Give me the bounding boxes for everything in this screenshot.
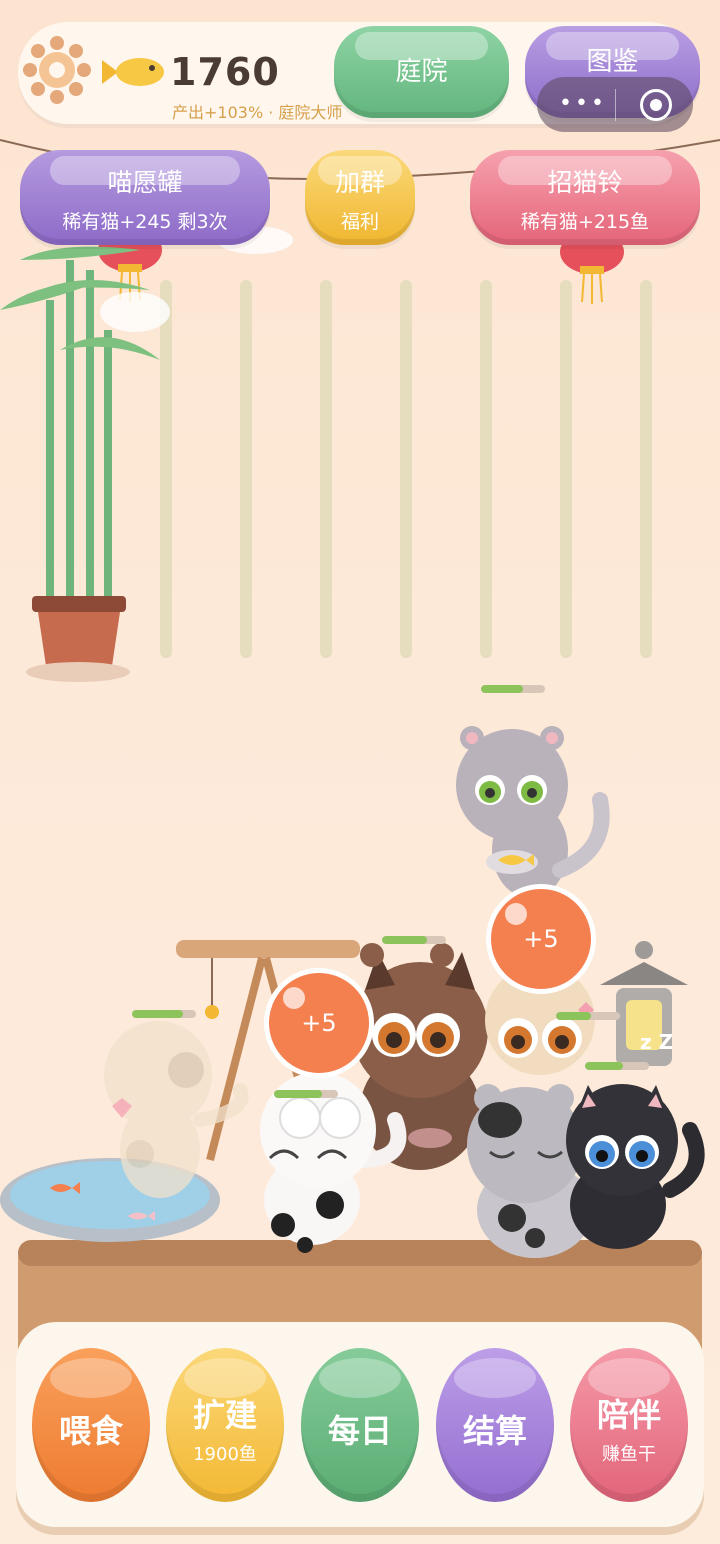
daily-button[interactable]: 每日 [301, 1348, 419, 1502]
tab-yard-label: 庭院 [395, 57, 448, 87]
production-rate-text: 产出+103% · 庭院大师 [172, 103, 343, 122]
join-group-button[interactable]: 加群 福利 [305, 150, 415, 245]
cat-hp-fill [481, 685, 523, 693]
cat-hp-bar [481, 685, 545, 693]
reward-bubble[interactable]: +5 [486, 884, 596, 994]
cat-hp-fill [382, 936, 427, 944]
feed-label: 喂食 [58, 1412, 123, 1450]
expand-label: 扩建 [192, 1396, 257, 1434]
cat-gray-sitting [456, 726, 610, 898]
fish-count: 1760 [170, 50, 280, 94]
daily-label: 每日 [327, 1412, 392, 1450]
cat-bell-title: 招猫铃 [547, 168, 623, 197]
expand-button[interactable]: 扩建 1900鱼 [166, 1348, 284, 1502]
cat-hp-bar [585, 1062, 649, 1070]
cat-hp-fill [132, 1010, 184, 1018]
settle-button[interactable]: 结算 [436, 1348, 554, 1502]
close-miniprogram-icon[interactable] [640, 89, 672, 121]
join-group-subtitle: 福利 [340, 211, 379, 233]
cats-scene [0, 726, 705, 1258]
wish-jar-button[interactable]: 喵愿罐 稀有猫+245 剩3次 [20, 150, 270, 245]
cat-bell-button[interactable]: 招猫铃 稀有猫+215鱼 [470, 150, 700, 245]
fish-currency-icon [102, 58, 164, 86]
cat-hp-fill [274, 1090, 322, 1098]
join-group-title: 加群 [334, 168, 385, 197]
wish-jar-title: 喵愿罐 [107, 168, 183, 197]
tab-yard-button[interactable]: 庭院 [334, 26, 509, 118]
cat-bell-subtitle: 稀有猫+215鱼 [520, 211, 650, 233]
cat-gray-sleeping [467, 1084, 593, 1258]
cat-black [566, 1084, 705, 1249]
reward-bubble-label: +5 [523, 925, 559, 953]
reward-bubble-label: +5 [301, 1009, 337, 1037]
more-menu-icon[interactable]: ••• [559, 91, 607, 116]
cat-hp-bar [382, 936, 446, 944]
miniprogram-capsule: ••• [537, 77, 693, 132]
capsule-divider [615, 89, 616, 121]
cat-hp-fill [585, 1062, 624, 1070]
cat-hp-bar [556, 1012, 620, 1020]
wish-jar-subtitle: 稀有猫+245 剩3次 [62, 211, 228, 233]
cat-hp-bar [132, 1010, 196, 1018]
cat-hp-bar [274, 1090, 338, 1098]
expand-cost: 1900鱼 [193, 1444, 257, 1465]
company-label: 陪伴 [596, 1396, 661, 1434]
settle-label: 结算 [462, 1412, 527, 1450]
cat-cream [104, 1021, 249, 1198]
cat-hp-fill [556, 1012, 592, 1020]
company-button[interactable]: 陪伴 赚鱼干 [570, 1348, 688, 1502]
feed-button[interactable]: 喂食 [32, 1348, 150, 1502]
sleep-indicator: z Z [640, 1030, 674, 1054]
reward-bubble[interactable]: +5 [264, 968, 374, 1078]
settings-flower-icon[interactable] [22, 35, 92, 105]
company-subtitle: 赚鱼干 [602, 1444, 656, 1465]
